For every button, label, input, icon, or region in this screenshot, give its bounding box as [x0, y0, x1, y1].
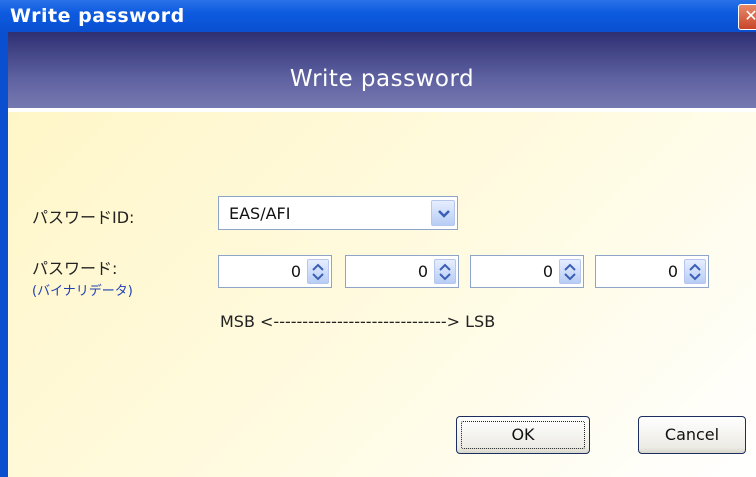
cancel-button-label: Cancel: [664, 425, 720, 444]
close-icon[interactable]: ✕: [738, 4, 756, 30]
spin-arrows-icon[interactable]: [307, 259, 329, 284]
password-byte-2-value: 0: [417, 262, 428, 281]
focus-ring: [461, 421, 585, 449]
password-byte-1-value: 0: [290, 262, 301, 281]
title-bar[interactable]: Write password ✕: [0, 0, 756, 32]
spin-arrows-icon[interactable]: [684, 259, 706, 284]
password-label: パスワード:: [32, 259, 118, 278]
password-id-value: EAS/AFI: [229, 204, 291, 223]
byte-order-hint: MSB <------------------------------> LSB: [220, 312, 496, 331]
spin-arrows-icon[interactable]: [434, 259, 456, 284]
cancel-button[interactable]: Cancel: [638, 416, 746, 454]
password-byte-2-stepper[interactable]: 0: [345, 255, 459, 288]
password-sublabel: (バイナリデータ): [32, 284, 133, 299]
ok-button[interactable]: OK: [456, 416, 590, 454]
dialog-banner: Write password: [8, 32, 756, 110]
window-frame: [0, 32, 8, 477]
window-title: Write password: [10, 5, 185, 27]
chevron-down-icon[interactable]: [431, 200, 455, 226]
write-password-dialog: Write password ✕ Write password パスワードID:…: [0, 0, 756, 477]
password-byte-3-value: 0: [542, 262, 553, 281]
password-byte-3-stepper[interactable]: 0: [470, 255, 584, 288]
password-byte-4-stepper[interactable]: 0: [595, 255, 709, 288]
spin-arrows-icon[interactable]: [559, 259, 581, 284]
dialog-content: パスワードID: EAS/AFI パスワード: (バイナリデータ) 0 0 0: [8, 112, 756, 477]
password-byte-1-stepper[interactable]: 0: [218, 255, 332, 288]
password-byte-4-value: 0: [667, 262, 678, 281]
password-id-select[interactable]: EAS/AFI: [218, 196, 458, 230]
password-id-label: パスワードID:: [32, 208, 135, 227]
